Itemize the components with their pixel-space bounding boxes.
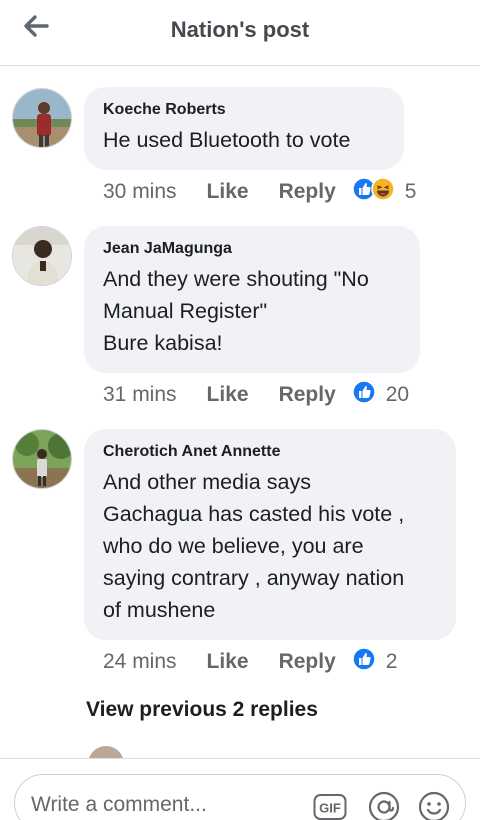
reply-button[interactable]: Reply (279, 180, 336, 204)
comment-author[interactable]: Cherotich Anet Annette (103, 442, 436, 462)
comment-bubble[interactable]: Jean JaMagunga And they were shouting "N… (84, 226, 420, 373)
comment-text: He used Bluetooth to vote (103, 128, 351, 152)
reply-button[interactable]: Reply (279, 383, 336, 407)
smiley-icon (418, 791, 450, 820)
comment-input[interactable] (31, 790, 291, 820)
comment-author[interactable]: Jean JaMagunga (103, 239, 400, 259)
emoji-button[interactable] (417, 790, 451, 820)
like-button[interactable]: Like (207, 650, 249, 674)
svg-text:GIF: GIF (319, 801, 341, 816)
at-sign-icon (368, 791, 400, 820)
reaction-count: 2 (385, 650, 398, 673)
like-button[interactable]: Like (207, 180, 249, 204)
comment-bubble[interactable]: Koeche Roberts He used Bluetooth to vote (84, 87, 404, 170)
avatar[interactable] (12, 88, 72, 148)
like-icon (352, 380, 376, 410)
comment-actions: 30 mins Like Reply 5 (103, 177, 416, 207)
comment-author[interactable]: Koeche Roberts (103, 100, 384, 120)
comment-time[interactable]: 24 mins (103, 650, 177, 674)
gif-button[interactable]: GIF (313, 790, 347, 820)
comment-time[interactable]: 31 mins (103, 383, 177, 407)
comment-composer[interactable]: GIF (14, 774, 466, 820)
reactions-summary[interactable]: 20 (352, 380, 409, 410)
gif-icon: GIF (313, 794, 347, 820)
mention-button[interactable] (367, 790, 401, 820)
like-icon (352, 647, 376, 677)
reply-button[interactable]: Reply (279, 650, 336, 674)
like-button[interactable]: Like (207, 383, 249, 407)
view-previous-replies-link[interactable]: View previous 2 replies (86, 698, 318, 722)
avatar[interactable] (12, 226, 72, 286)
partial-reply (0, 742, 480, 758)
avatar[interactable] (88, 746, 124, 758)
comment-actions: 24 mins Like Reply 2 (103, 647, 397, 677)
reactions-summary[interactable]: 5 (352, 177, 417, 207)
top-bar: Nation's post (0, 0, 480, 66)
comment-text: And they were shouting "No Manual Regist… (103, 267, 369, 355)
comment-bubble[interactable]: Cherotich Anet Annette And other media s… (84, 429, 456, 640)
reaction-count: 5 (404, 180, 417, 203)
comment-text: And other media says Gachagua has casted… (103, 470, 405, 622)
page-title: Nation's post (170, 17, 310, 42)
reaction-count: 20 (385, 383, 410, 406)
haha-icon (371, 177, 395, 207)
comment-composer-bar: GIF (0, 758, 480, 820)
avatar[interactable] (12, 429, 72, 489)
reactions-summary[interactable]: 2 (352, 647, 398, 677)
comment-time[interactable]: 30 mins (103, 180, 177, 204)
comment-actions: 31 mins Like Reply 20 (103, 380, 409, 410)
